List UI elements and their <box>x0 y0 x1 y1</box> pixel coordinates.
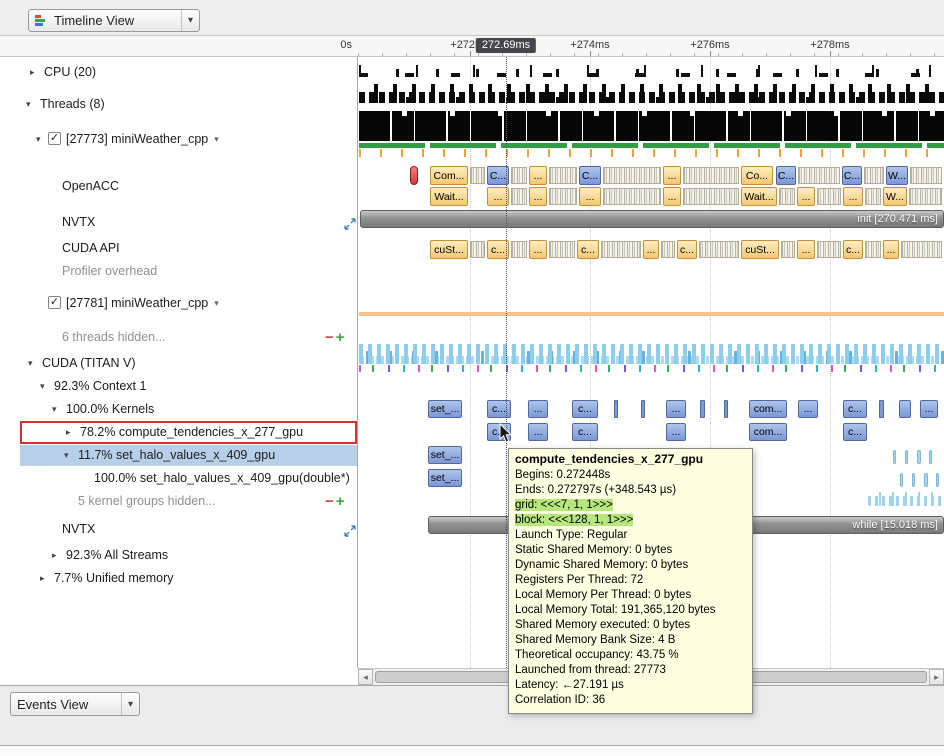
tree-row-label: CUDA API <box>62 238 120 259</box>
scroll-right-button[interactable]: ▸ <box>929 669 944 685</box>
remove-rows-icon[interactable]: − <box>325 491 334 512</box>
tree-row-label: 78.2% compute_tendencies_x_277_gpu <box>80 423 303 442</box>
nsight-timeline-window: Timeline View ▾ 0s 272.69ms +272ms+274ms… <box>0 0 944 756</box>
ruler-origin-label: 0s <box>312 39 352 51</box>
tooltip-body: Begins: 0.272448sEnds: 0.272797s (+348.5… <box>515 468 746 708</box>
chevron-down-icon[interactable]: ▾ <box>28 353 33 374</box>
chevron-down-icon[interactable]: ▾ <box>26 94 31 115</box>
tooltip-title: compute_tendencies_x_277_gpu <box>515 452 746 467</box>
tree-row-openacc[interactable]: OpenACC <box>20 176 357 197</box>
cursor-time-line <box>506 57 507 668</box>
tooltip-line: Launch Type: Regular <box>515 528 746 543</box>
tree-row-threads[interactable]: ▾ Threads (8) <box>20 94 357 115</box>
tree-row-cuda-api[interactable]: CUDA API <box>20 238 357 259</box>
tooltip-line: Shared Memory executed: 0 bytes <box>515 618 746 633</box>
kernel-tooltip: compute_tendencies_x_277_gpu Begins: 0.2… <box>508 448 753 714</box>
tooltip-line: block: <<<128, 1, 1>>> <box>515 513 746 528</box>
tree-row-label: 7.7% Unified memory <box>54 568 174 589</box>
tree-row-label: NVTX <box>62 212 95 233</box>
tooltip-line: Ends: 0.272797s (+348.543 µs) <box>515 483 746 498</box>
chevron-right-icon[interactable]: ▸ <box>40 568 45 589</box>
expand-row-icon[interactable] <box>344 216 356 233</box>
tree-row-kernels[interactable]: ▾ 100.0% Kernels <box>20 399 357 420</box>
chevron-down-icon[interactable]: ▾ <box>64 445 69 466</box>
tree-row-cpu[interactable]: ▸ CPU (20) <box>20 62 357 83</box>
checkbox[interactable]: ✓ <box>48 132 61 145</box>
tooltip-line: Correlation ID: 36 <box>515 693 746 708</box>
tree-row-label: 11.7% set_halo_values_x_409_gpu <box>78 445 275 466</box>
tree-row-label: [27773] miniWeather_cpp <box>66 129 208 150</box>
add-rows-icon[interactable]: + <box>336 327 345 348</box>
tree-row-label: 100.0% Kernels <box>66 399 154 420</box>
chevron-down-icon[interactable]: ▾ <box>52 399 57 420</box>
tree-row-label: OpenACC <box>62 176 119 197</box>
tree-row-profiler-overhead[interactable]: Profiler overhead <box>20 261 357 282</box>
ruler-minor-ticks <box>358 53 944 56</box>
tree-row-thread-27773[interactable]: ▾ ✓ [27773] miniWeather_cpp ▾ <box>20 129 357 150</box>
tooltip-line: Local Memory Total: 191,365,120 bytes <box>515 603 746 618</box>
tooltip-line: grid: <<<7, 1, 1>>> <box>515 498 746 513</box>
chevron-down-icon[interactable]: ▾ <box>36 129 41 150</box>
ruler-tickmark <box>710 51 711 56</box>
tree-row-label: Threads (8) <box>40 94 105 115</box>
ruler-tick-label: +276ms <box>670 39 750 51</box>
tree-row-label: NVTX <box>62 519 95 540</box>
remove-rows-icon[interactable]: − <box>325 327 334 348</box>
chevron-right-icon[interactable]: ▸ <box>66 423 71 442</box>
tree-row-threads-hidden[interactable]: 6 threads hidden... −+ <box>20 327 357 348</box>
tooltip-line: Dynamic Shared Memory: 0 bytes <box>515 558 746 573</box>
mouse-cursor <box>499 423 514 450</box>
tree-row-nvtx-thread[interactable]: NVTX <box>20 212 357 233</box>
tooltip-line: Theoretical occupancy: 43.75 % <box>515 648 746 663</box>
tooltip-line: Shared Memory Bank Size: 4 B <box>515 633 746 648</box>
dropdown-caret-icon[interactable]: ▾ <box>214 129 219 150</box>
tree-row-kernels-hidden[interactable]: 5 kernel groups hidden... −+ <box>20 491 357 512</box>
tree-row-label: [27781] miniWeather_cpp <box>66 293 208 314</box>
tree-row-label: 6 threads hidden... <box>62 327 166 348</box>
tooltip-line: Latency: ←27.191 µs <box>515 678 746 693</box>
tooltip-line: Registers Per Thread: 72 <box>515 573 746 588</box>
tree-row-label: 100.0% set_halo_values_x_409_gpu(double*… <box>94 468 350 489</box>
chevron-right-icon[interactable]: ▸ <box>52 545 57 566</box>
timeline-row-tree: ▸ CPU (20) ▾ Threads (8) ▾ ✓ [27773] miniWeath… <box>0 0 944 756</box>
tree-row-nvtx-context[interactable]: NVTX <box>20 519 357 540</box>
tree-row-set-halo-kernel[interactable]: 100.0% set_halo_values_x_409_gpu(double*… <box>20 468 357 489</box>
chevron-right-icon[interactable]: ▸ <box>30 62 35 83</box>
tree-row-compute-tendencies[interactable]: ▸ 78.2% compute_tendencies_x_277_gpu <box>20 421 357 444</box>
tree-row-label: 92.3% All Streams <box>66 545 168 566</box>
chevron-down-icon[interactable]: ▾ <box>40 376 45 397</box>
scroll-left-button[interactable]: ◂ <box>358 669 373 685</box>
tree-row-label: 92.3% Context 1 <box>54 376 146 397</box>
expand-row-icon[interactable] <box>344 523 356 540</box>
tree-row-all-streams[interactable]: ▸ 92.3% All Streams <box>20 545 357 566</box>
ruler-tickmark <box>590 51 591 56</box>
ruler-tickmark <box>470 51 471 56</box>
tree-row-label: CUDA (TITAN V) <box>42 353 136 374</box>
ruler-tick-label: +274ms <box>550 39 630 51</box>
tree-row-context1[interactable]: ▾ 92.3% Context 1 <box>20 376 357 397</box>
tree-row-label: CPU (20) <box>44 62 96 83</box>
tree-row-label: 5 kernel groups hidden... <box>78 491 216 512</box>
timeline-ruler: 0s 272.69ms +272ms+274ms+276ms+278ms <box>0 36 944 57</box>
tree-row-cuda-device[interactable]: ▾ CUDA (TITAN V) <box>20 353 357 374</box>
tree-row-thread-27781[interactable]: ✓ [27781] miniWeather_cpp ▾ <box>20 293 357 314</box>
panel-divider[interactable] <box>357 36 358 668</box>
tooltip-line: Local Memory Per Thread: 0 bytes <box>515 588 746 603</box>
tooltip-line: Launched from thread: 27773 <box>515 663 746 678</box>
ruler-tickmark <box>830 51 831 56</box>
tree-row-label: Profiler overhead <box>62 261 157 282</box>
tooltip-line: Static Shared Memory: 0 bytes <box>515 543 746 558</box>
tooltip-line: Begins: 0.272448s <box>515 468 746 483</box>
tree-row-set-halo[interactable]: ▾ 11.7% set_halo_values_x_409_gpu <box>20 445 357 466</box>
add-rows-icon[interactable]: + <box>336 491 345 512</box>
checkbox[interactable]: ✓ <box>48 296 61 309</box>
dropdown-caret-icon[interactable]: ▾ <box>214 293 219 314</box>
tree-row-unified-memory[interactable]: ▸ 7.7% Unified memory <box>20 568 357 589</box>
cursor-time-badge: 272.69ms <box>476 38 536 53</box>
ruler-tick-label: +278ms <box>790 39 870 51</box>
